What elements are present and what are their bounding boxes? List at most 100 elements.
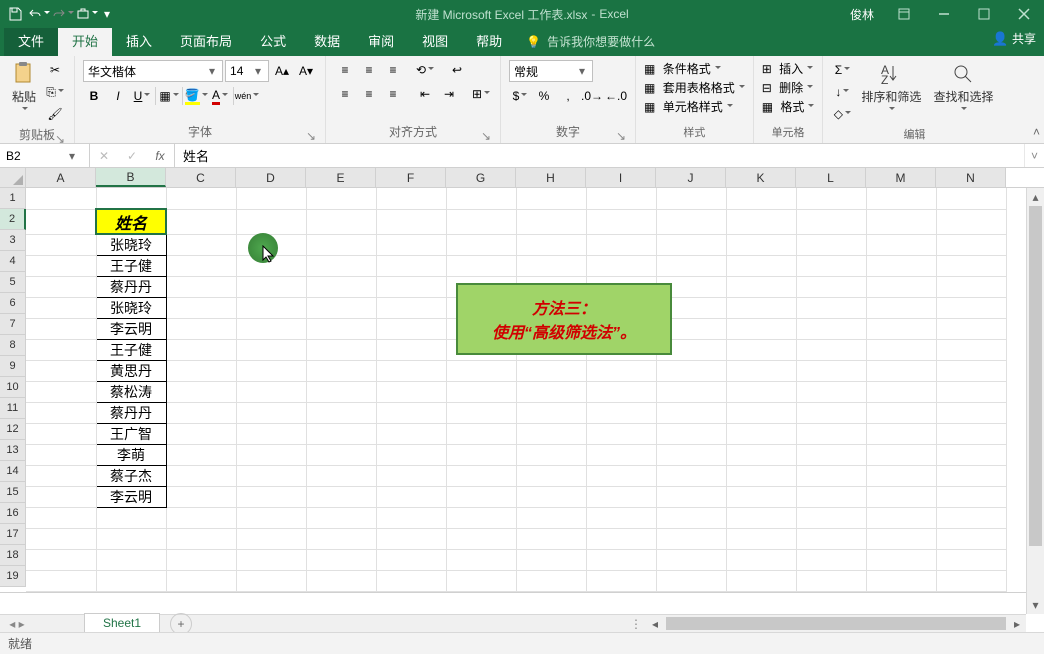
find-select-button[interactable]: 查找和选择 (929, 60, 997, 115)
align-right-icon[interactable]: ≡ (382, 84, 404, 104)
cell[interactable] (726, 549, 796, 570)
cell[interactable] (516, 444, 586, 465)
cell[interactable] (866, 339, 936, 360)
cell[interactable] (586, 549, 656, 570)
cell[interactable] (516, 507, 586, 528)
cell[interactable] (586, 423, 656, 444)
cell[interactable] (166, 465, 236, 486)
merge-icon[interactable]: ⊞ (470, 84, 492, 104)
cell[interactable] (26, 549, 96, 570)
format-painter-icon[interactable]: 🖌 (44, 104, 66, 124)
cell[interactable] (586, 188, 656, 209)
cell[interactable] (376, 423, 446, 444)
cell[interactable] (26, 486, 96, 507)
cell[interactable] (306, 255, 376, 276)
cell[interactable] (936, 423, 1006, 444)
cell[interactable]: 蔡丹丹 (96, 402, 166, 423)
cell[interactable] (936, 528, 1006, 549)
cell[interactable] (726, 423, 796, 444)
cell[interactable] (376, 276, 446, 297)
cell[interactable] (866, 486, 936, 507)
cell[interactable] (376, 188, 446, 209)
cell[interactable] (726, 402, 796, 423)
align-bottom-icon[interactable]: ≡ (382, 60, 404, 80)
cell[interactable] (166, 339, 236, 360)
cell[interactable] (26, 209, 96, 234)
fill-color-icon[interactable]: 🪣 (185, 86, 207, 106)
cell[interactable] (26, 570, 96, 591)
row-header[interactable]: 13 (0, 440, 26, 461)
cell[interactable]: 姓名 (96, 209, 166, 234)
cell[interactable] (376, 339, 446, 360)
dialog-launcher-icon[interactable]: ↘ (615, 129, 627, 141)
column-header[interactable]: L (796, 168, 866, 187)
cell[interactable] (866, 318, 936, 339)
cell[interactable] (446, 188, 516, 209)
cell[interactable] (656, 423, 726, 444)
cell[interactable] (726, 339, 796, 360)
insert-cells-button[interactable]: ⊞ 插入 (762, 60, 815, 77)
briefcase-icon[interactable] (76, 3, 98, 25)
bold-button[interactable]: B (83, 86, 105, 106)
cell[interactable] (376, 255, 446, 276)
cell[interactable] (166, 188, 236, 209)
cell[interactable] (516, 486, 586, 507)
cell[interactable] (376, 381, 446, 402)
cell[interactable] (656, 444, 726, 465)
row-header[interactable]: 16 (0, 503, 26, 524)
cell[interactable] (516, 570, 586, 591)
cell[interactable] (236, 570, 306, 591)
cell[interactable] (236, 465, 306, 486)
cell[interactable] (796, 528, 866, 549)
cell[interactable] (26, 423, 96, 444)
cell[interactable] (236, 209, 306, 234)
cell[interactable] (306, 528, 376, 549)
paste-button[interactable]: 粘贴 (8, 60, 40, 115)
cell[interactable] (446, 486, 516, 507)
cell[interactable] (936, 444, 1006, 465)
column-header[interactable]: D (236, 168, 306, 187)
cell[interactable] (446, 234, 516, 255)
cell[interactable] (236, 360, 306, 381)
decrease-indent-icon[interactable]: ⇤ (414, 84, 436, 104)
cell[interactable] (166, 276, 236, 297)
cell[interactable] (586, 209, 656, 234)
cell[interactable] (446, 423, 516, 444)
cell[interactable] (796, 255, 866, 276)
comma-icon[interactable]: , (557, 86, 579, 106)
row-header[interactable]: 4 (0, 251, 26, 272)
row-header[interactable]: 10 (0, 377, 26, 398)
cell[interactable] (516, 234, 586, 255)
cell[interactable] (586, 465, 656, 486)
cell[interactable] (166, 528, 236, 549)
cell[interactable]: 蔡丹丹 (96, 276, 166, 297)
cell[interactable] (796, 507, 866, 528)
tell-me[interactable]: 💡告诉我你想要做什么 (516, 27, 665, 56)
cell[interactable]: 蔡子杰 (96, 465, 166, 486)
cell[interactable]: 黄思丹 (96, 360, 166, 381)
font-size-combo[interactable]: 14▾ (225, 60, 269, 82)
cell[interactable] (796, 402, 866, 423)
cell[interactable] (376, 234, 446, 255)
cell[interactable] (166, 381, 236, 402)
cell[interactable] (236, 444, 306, 465)
cell[interactable] (166, 570, 236, 591)
cell[interactable] (656, 549, 726, 570)
cell[interactable] (236, 297, 306, 318)
cell[interactable] (306, 276, 376, 297)
cell[interactable] (166, 486, 236, 507)
cell[interactable] (936, 549, 1006, 570)
cell[interactable] (516, 402, 586, 423)
cell[interactable] (446, 209, 516, 234)
cell[interactable] (866, 360, 936, 381)
cell[interactable] (656, 507, 726, 528)
autosum-icon[interactable]: Σ (831, 60, 853, 80)
tab-split-handle[interactable]: ⋮ (630, 617, 642, 631)
row-header[interactable]: 12 (0, 419, 26, 440)
cell[interactable] (516, 360, 586, 381)
cell[interactable] (796, 381, 866, 402)
redo-icon[interactable] (52, 3, 74, 25)
cell[interactable] (866, 255, 936, 276)
column-header[interactable]: H (516, 168, 586, 187)
row-header[interactable]: 3 (0, 230, 26, 251)
